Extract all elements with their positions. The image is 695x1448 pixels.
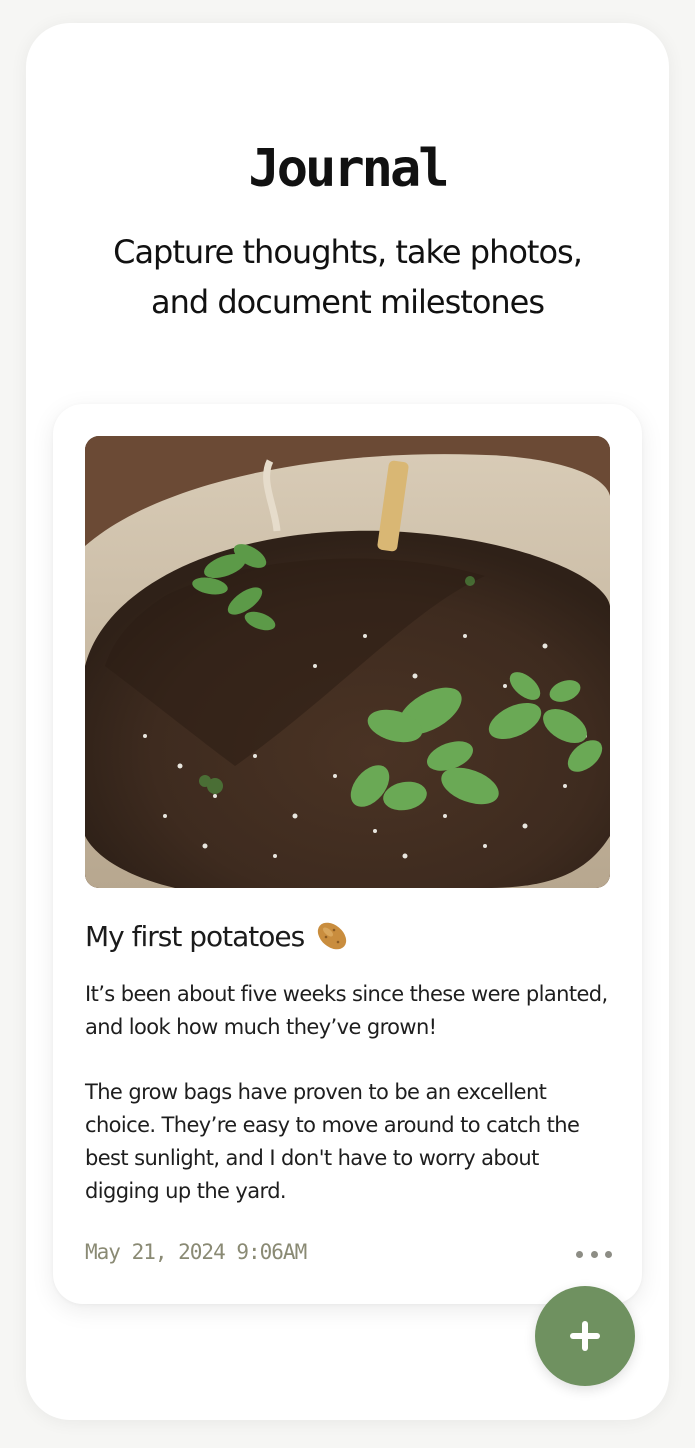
journal-screen: Journal Capture thoughts, take photos, a…	[26, 23, 669, 1420]
potato-icon	[314, 918, 350, 954]
page-title: Journal	[248, 139, 449, 199]
more-horizontal-icon	[576, 1250, 583, 1258]
entry-title-text: My first potatoes	[85, 919, 305, 953]
page-subtitle: Capture thoughts, take photos, and docum…	[113, 233, 583, 321]
entry-paragraph: The grow bags have proven to be an excel…	[85, 1080, 580, 1203]
more-dot	[605, 1250, 612, 1258]
page-header: Journal Capture thoughts, take photos, a…	[26, 133, 669, 327]
potato-garden-photo	[85, 436, 610, 888]
journal-entry-card[interactable]: My first potatoes It’s been about five w…	[53, 404, 642, 1304]
entry-photo[interactable]	[85, 436, 610, 888]
entry-timestamp: May 21, 2024 9:06AM	[85, 1240, 307, 1264]
entry-paragraph: It’s been about five weeks since these w…	[85, 982, 608, 1039]
entry-title: My first potatoes	[85, 918, 350, 954]
more-dot	[590, 1250, 598, 1258]
plus-icon	[570, 1321, 600, 1351]
entry-body: It’s been about five weeks since these w…	[85, 978, 615, 1240]
add-entry-button[interactable]	[535, 1286, 635, 1386]
more-options-button[interactable]	[576, 1244, 612, 1264]
